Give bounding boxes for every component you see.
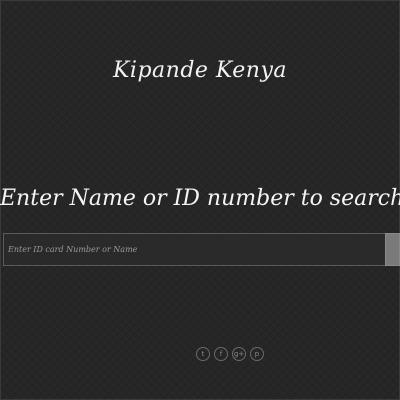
social-links: t f g+ p (196, 347, 264, 361)
search-button[interactable] (385, 233, 400, 266)
facebook-icon[interactable]: f (214, 347, 228, 361)
search-heading: Enter Name or ID number to search (0, 186, 400, 211)
pinterest-icon[interactable]: p (250, 347, 264, 361)
search-form (3, 233, 400, 266)
search-input[interactable] (3, 233, 385, 266)
google-plus-icon[interactable]: g+ (232, 347, 246, 361)
site-title: Kipande Kenya (112, 58, 287, 83)
twitter-icon[interactable]: t (196, 347, 210, 361)
